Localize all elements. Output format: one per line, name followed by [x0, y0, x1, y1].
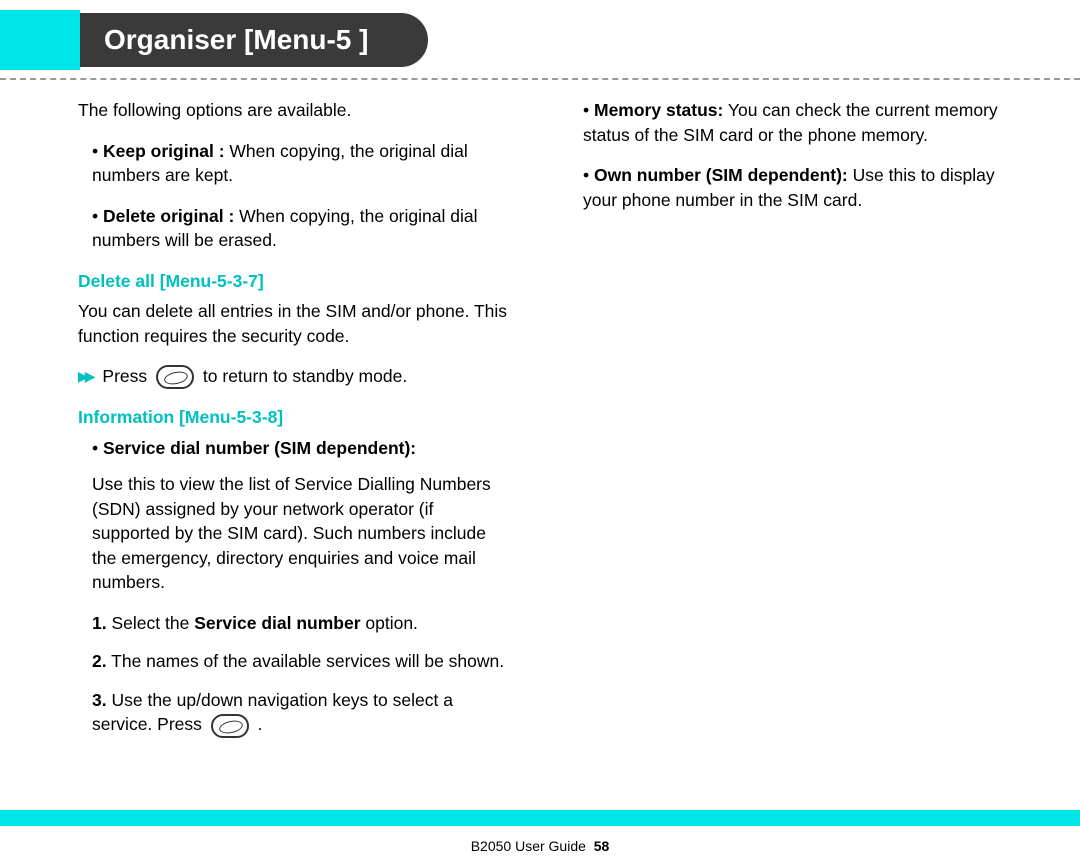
step3-post: .	[258, 714, 263, 734]
sdn-item: • Service dial number (SIM dependent):	[78, 436, 515, 461]
delete-all-desc: You can delete all entries in the SIM an…	[78, 299, 515, 348]
content-columns: The following options are available. • K…	[0, 80, 1080, 752]
own-number-label: Own number (SIM dependent):	[594, 165, 848, 185]
option-keep-original: • Keep original : When copying, the orig…	[78, 139, 515, 188]
press-instruction: ▶▶ Press to return to standby mode.	[78, 364, 515, 389]
step2-text: The names of the available services will…	[111, 651, 504, 671]
own-number-item: • Own number (SIM dependent): Use this t…	[583, 163, 1020, 212]
option-delete-original: • Delete original : When copying, the or…	[78, 204, 515, 253]
page-number: 58	[594, 838, 610, 854]
subheading-information: Information [Menu-5-3-8]	[78, 405, 515, 430]
step1-post: option.	[361, 613, 418, 633]
triangle-icon: ▶▶	[78, 367, 92, 387]
sdn-steps: 1. Select the Service dial number option…	[78, 611, 515, 738]
press-pre: Press	[102, 366, 147, 386]
option-label: Delete original :	[103, 206, 234, 226]
step1-pre: Select the	[111, 613, 194, 633]
left-column: The following options are available. • K…	[78, 98, 515, 752]
step1-bold: Service dial number	[194, 613, 360, 633]
right-column: • Memory status: You can check the curre…	[583, 98, 1020, 752]
sdn-label: Service dial number (SIM dependent):	[103, 438, 416, 458]
end-key-icon	[156, 365, 194, 389]
step-3: 3. Use the up/down navigation keys to se…	[92, 688, 515, 738]
step-2: 2. The names of the available services w…	[92, 649, 515, 674]
send-key-icon	[211, 714, 249, 738]
press-post: to return to standby mode.	[203, 366, 407, 386]
memory-status-item: • Memory status: You can check the curre…	[583, 98, 1020, 147]
page-title: Organiser [Menu-5 ]	[80, 13, 428, 67]
footer: B2050 User Guide 58	[0, 838, 1080, 854]
footer-guide: B2050 User Guide	[471, 838, 586, 854]
step3-pre: Use the up/down navigation keys to selec…	[92, 690, 453, 735]
intro-text: The following options are available.	[78, 98, 515, 123]
step-1: 1. Select the Service dial number option…	[92, 611, 515, 636]
option-label: Keep original :	[103, 141, 225, 161]
sdn-desc: Use this to view the list of Service Dia…	[78, 472, 515, 595]
header-accent	[0, 10, 80, 70]
subheading-delete-all: Delete all [Menu-5-3-7]	[78, 269, 515, 294]
page-header: Organiser [Menu-5 ]	[0, 0, 1080, 80]
footer-accent	[0, 810, 1080, 826]
memory-label: Memory status:	[594, 100, 723, 120]
